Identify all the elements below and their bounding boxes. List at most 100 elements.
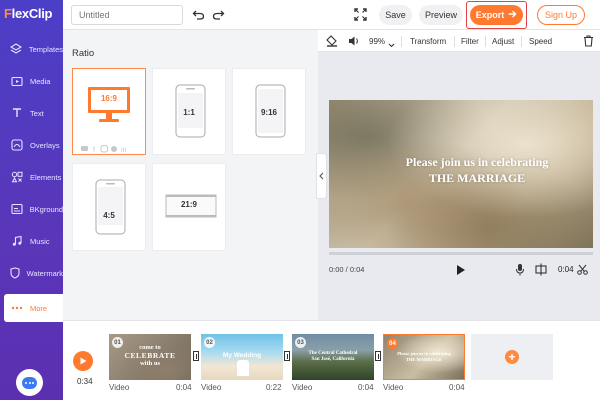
layers-icon bbox=[6, 42, 27, 56]
adjust-tab[interactable]: Adjust bbox=[492, 37, 514, 46]
clip-number: 04 bbox=[387, 338, 398, 349]
clip-duration: 0:04 bbox=[558, 265, 574, 274]
add-clip-button[interactable]: + bbox=[471, 334, 553, 380]
fullscreen-icon[interactable] bbox=[354, 8, 368, 22]
play-icon[interactable] bbox=[456, 264, 466, 276]
sidebar-item-label: BKground bbox=[29, 204, 63, 214]
edit-toolbar: 99% Transform Filter Adjust Speed bbox=[318, 30, 600, 52]
chat-bubble-icon bbox=[22, 376, 37, 389]
clip-kind: Video bbox=[109, 383, 130, 392]
ratio-option-9-16[interactable]: 9:16 bbox=[232, 68, 306, 155]
sidebar-item-label: Elements bbox=[30, 172, 62, 182]
sidebar-item-label: Watermark bbox=[26, 268, 63, 278]
sidebar-item-music[interactable]: Music bbox=[0, 227, 63, 255]
scissors-icon[interactable] bbox=[577, 264, 588, 275]
more-dots-icon bbox=[6, 301, 28, 315]
sidebar-item-overlays[interactable]: Overlays bbox=[0, 131, 63, 159]
ratio-label: 21:9 bbox=[180, 200, 197, 209]
filter-tab[interactable]: Filter bbox=[461, 37, 479, 46]
undo-icon[interactable] bbox=[191, 7, 205, 21]
video-canvas[interactable]: Please join us in celebrating THE MARRIA… bbox=[329, 100, 593, 248]
collapse-panel-button[interactable] bbox=[316, 153, 327, 199]
timeline-clip-1[interactable]: 01 come to CELEBRATE with us bbox=[109, 334, 191, 380]
split-icon[interactable] bbox=[535, 263, 547, 276]
divider bbox=[401, 36, 402, 47]
preview-button[interactable]: Preview bbox=[419, 5, 463, 25]
sidebar-item-label: Music bbox=[30, 236, 50, 246]
export-button[interactable]: Export bbox=[470, 5, 523, 25]
caption-line-2: THE MARRIAGE bbox=[428, 171, 526, 185]
timeline-clip-2[interactable]: 02 My Wedding bbox=[201, 334, 283, 380]
clip-title: My Wedding bbox=[222, 352, 262, 359]
project-title-input[interactable] bbox=[71, 5, 183, 25]
transition-icon[interactable] bbox=[284, 351, 290, 361]
sidebar-item-bkground[interactable]: BKground bbox=[0, 195, 63, 223]
svg-text:in: in bbox=[121, 147, 127, 153]
microphone-icon[interactable] bbox=[515, 263, 525, 276]
transition-icon[interactable] bbox=[375, 351, 381, 361]
sidebar-item-media[interactable]: Media bbox=[0, 67, 63, 95]
plus-icon: + bbox=[505, 350, 519, 364]
background-icon bbox=[6, 202, 28, 216]
signup-button[interactable]: Sign Up bbox=[537, 5, 585, 25]
clip-title: Please join us in celebrating THE MARRIA… bbox=[397, 351, 451, 362]
volume-icon[interactable] bbox=[348, 35, 360, 50]
music-note-icon bbox=[6, 234, 28, 248]
ratio-label: 1:1 bbox=[183, 108, 195, 117]
transform-tab[interactable]: Transform bbox=[410, 37, 446, 46]
caption-line-1: Please join us in celebrating bbox=[405, 155, 549, 169]
clip-number: 02 bbox=[204, 337, 215, 348]
clip-title: come to CELEBRATE with us bbox=[124, 344, 176, 367]
timeline-play-button[interactable] bbox=[73, 351, 93, 371]
timeline-clip-4[interactable]: 04 Please join us in celebrating THE MAR… bbox=[383, 334, 465, 380]
sidebar-item-watermark[interactable]: Watermark bbox=[0, 259, 63, 287]
total-time: 0:34 bbox=[77, 377, 93, 386]
redo-icon[interactable] bbox=[211, 7, 225, 21]
fill-bucket-icon[interactable] bbox=[326, 35, 338, 50]
sidebar-item-label: More bbox=[30, 303, 48, 313]
ratio-label: 4:5 bbox=[103, 211, 115, 220]
sidebar-item-text[interactable]: Text bbox=[0, 99, 63, 127]
elements-icon bbox=[6, 170, 28, 184]
flexclip-logo[interactable]: FlexClip bbox=[4, 6, 62, 24]
sidebar-item-label: Text bbox=[30, 108, 44, 118]
sidebar-item-label: Templates bbox=[28, 44, 63, 54]
preview-area: Please join us in celebrating THE MARRIA… bbox=[318, 52, 600, 320]
export-label: Export bbox=[475, 10, 505, 20]
zoom-level[interactable]: 99% bbox=[369, 37, 385, 46]
ratio-option-4-5[interactable]: 4:5 bbox=[72, 163, 146, 251]
ratio-option-16-9[interactable]: 16:9 f in bbox=[72, 68, 146, 155]
clip-kind: Video bbox=[383, 383, 404, 392]
sidebar-item-elements[interactable]: Elements bbox=[0, 163, 63, 191]
clip-duration: 0:04 bbox=[449, 383, 465, 392]
speed-tab[interactable]: Speed bbox=[529, 37, 552, 46]
trash-icon[interactable] bbox=[583, 35, 594, 50]
sidebar-item-more[interactable]: More bbox=[4, 294, 63, 322]
chevron-down-icon[interactable] bbox=[388, 39, 395, 51]
monitor-icon bbox=[88, 87, 130, 122]
sidebar-item-label: Overlays bbox=[30, 140, 60, 150]
clip-duration: 0:04 bbox=[176, 383, 192, 392]
media-folder-icon bbox=[6, 74, 28, 88]
clip-figure bbox=[237, 360, 249, 376]
ratio-option-1-1[interactable]: 1:1 bbox=[152, 68, 226, 155]
timeline-clip-3[interactable]: 03 The Central Cathedral San José, Calif… bbox=[292, 334, 374, 380]
ratio-label: 9:16 bbox=[260, 108, 277, 117]
video-caption[interactable]: Please join us in celebrating THE MARRIA… bbox=[387, 154, 567, 186]
divider bbox=[485, 36, 486, 47]
ratio-option-21-9[interactable]: 21:9 bbox=[152, 163, 226, 251]
sidebar-item-templates[interactable]: Templates bbox=[0, 35, 63, 63]
clip-title: The Central Cathedral San José, Californ… bbox=[308, 351, 358, 362]
divider bbox=[454, 36, 455, 47]
svg-text:f: f bbox=[93, 147, 95, 153]
top-toolbar: Save Preview Export Sign Up bbox=[63, 0, 600, 30]
clip-duration: 0:22 bbox=[266, 383, 282, 392]
phone-icon bbox=[95, 179, 126, 235]
transition-icon[interactable] bbox=[193, 351, 199, 361]
text-icon bbox=[6, 106, 28, 120]
save-button[interactable]: Save bbox=[379, 5, 412, 25]
timeline: 0:34 01 come to CELEBRATE with us Video … bbox=[63, 320, 600, 400]
playback-progress-bar[interactable] bbox=[329, 252, 593, 255]
chat-support-button[interactable] bbox=[16, 369, 43, 396]
clip-kind: Video bbox=[201, 383, 222, 392]
